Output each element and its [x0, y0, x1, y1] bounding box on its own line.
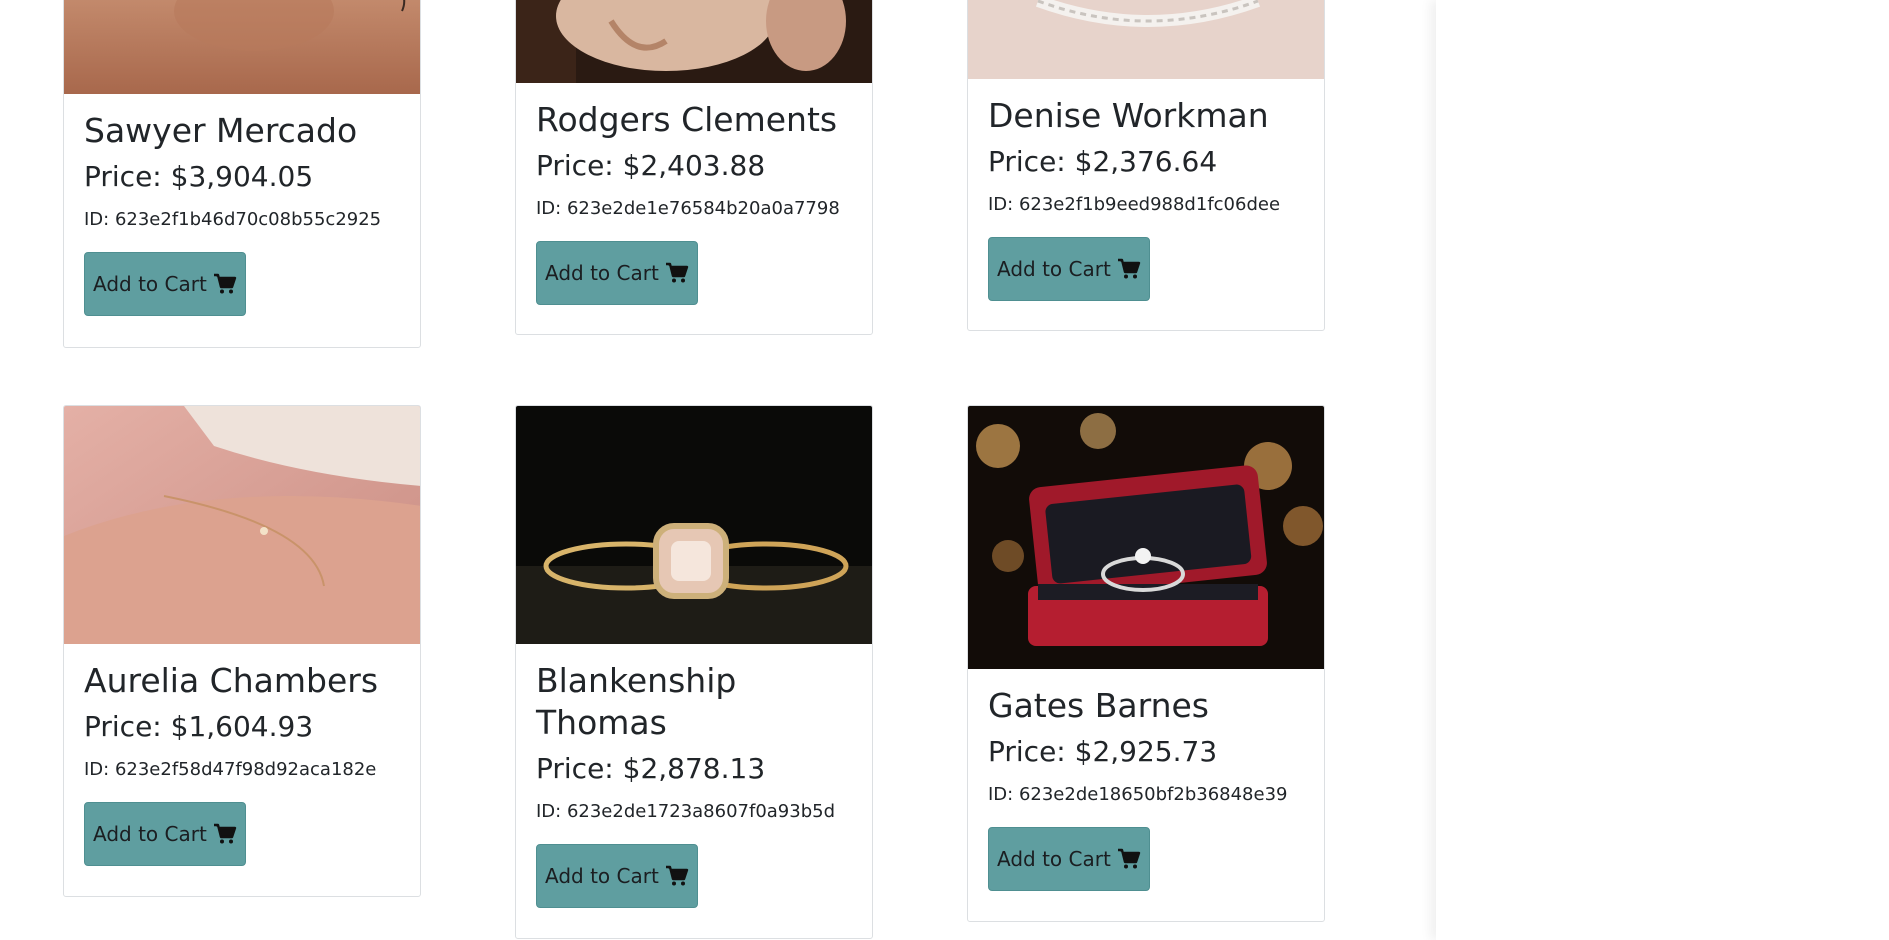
- product-name: Denise Workman: [988, 96, 1269, 135]
- add-to-cart-button[interactable]: Add to Cart: [988, 237, 1150, 301]
- cart-icon: [1117, 848, 1141, 869]
- add-to-cart-label: Add to Cart: [93, 822, 207, 846]
- add-to-cart-label: Add to Cart: [545, 261, 659, 285]
- add-to-cart-label: Add to Cart: [997, 847, 1111, 871]
- product-image-necklace-neck: [64, 0, 420, 94]
- product-price: Price: $2,878.13: [536, 752, 766, 785]
- add-to-cart-label: Add to Cart: [545, 864, 659, 888]
- product-name: Rodgers Clements: [536, 100, 838, 139]
- product-price: Price: $1,604.93: [84, 710, 314, 743]
- product-card: Sawyer Mercado Price: $3,904.05 ID: 623e…: [63, 0, 421, 348]
- add-to-cart-label: Add to Cart: [997, 257, 1111, 281]
- cart-icon: [213, 823, 237, 844]
- add-to-cart-button[interactable]: Add to Cart: [84, 252, 246, 316]
- product-card: Rodgers Clements Price: $2,403.88 ID: 62…: [515, 0, 873, 335]
- product-card: Denise Workman Price: $2,376.64 ID: 623e…: [967, 0, 1325, 331]
- product-id: ID: 623e2de18650bf2b36848e39: [988, 784, 1288, 805]
- product-price: Price: $3,904.05: [84, 160, 314, 193]
- add-to-cart-button[interactable]: Add to Cart: [536, 844, 698, 908]
- product-price: Price: $2,376.64: [988, 145, 1218, 178]
- page: Sawyer Mercado Price: $3,904.05 ID: 623e…: [0, 0, 1889, 940]
- product-id: ID: 623e2de1e76584b20a0a7798: [536, 198, 840, 219]
- add-to-cart-button[interactable]: Add to Cart: [84, 802, 246, 866]
- product-image-bracelet: [64, 406, 420, 644]
- product-id: ID: 623e2f1b9eed988d1fc06dee: [988, 194, 1281, 215]
- product-id: ID: 623e2f1b46d70c08b55c2925: [84, 209, 382, 230]
- product-name: Blankenship Thomas: [536, 661, 737, 742]
- product-price: Price: $2,925.73: [988, 735, 1218, 768]
- product-price: Price: $2,403.88: [536, 149, 766, 182]
- product-image-hands: [516, 0, 872, 83]
- product-card: Aurelia Chambers Price: $1,604.93 ID: 62…: [63, 405, 421, 897]
- product-grid: Sawyer Mercado Price: $3,904.05 ID: 623e…: [0, 0, 1436, 940]
- cart-icon: [213, 273, 237, 294]
- product-image-diamond-necklace: [968, 0, 1324, 79]
- side-panel: [1436, 0, 1889, 940]
- product-name: Gates Barnes: [988, 686, 1209, 725]
- cart-icon: [665, 262, 689, 283]
- add-to-cart-label: Add to Cart: [93, 272, 207, 296]
- product-card: Gates Barnes Price: $2,925.73 ID: 623e2d…: [967, 405, 1325, 922]
- product-card: Blankenship Thomas Price: $2,878.13 ID: …: [515, 405, 873, 939]
- product-image-rings: [516, 406, 872, 644]
- product-id: ID: 623e2f58d47f98d92aca182e: [84, 759, 377, 780]
- product-name: Aurelia Chambers: [84, 661, 379, 700]
- add-to-cart-button[interactable]: Add to Cart: [536, 241, 698, 305]
- add-to-cart-button[interactable]: Add to Cart: [988, 827, 1150, 891]
- cart-icon: [665, 865, 689, 886]
- product-name: Sawyer Mercado: [84, 111, 358, 150]
- product-image-ring-box: [968, 406, 1324, 669]
- product-id: ID: 623e2de1723a8607f0a93b5d: [536, 801, 836, 822]
- cart-icon: [1117, 258, 1141, 279]
